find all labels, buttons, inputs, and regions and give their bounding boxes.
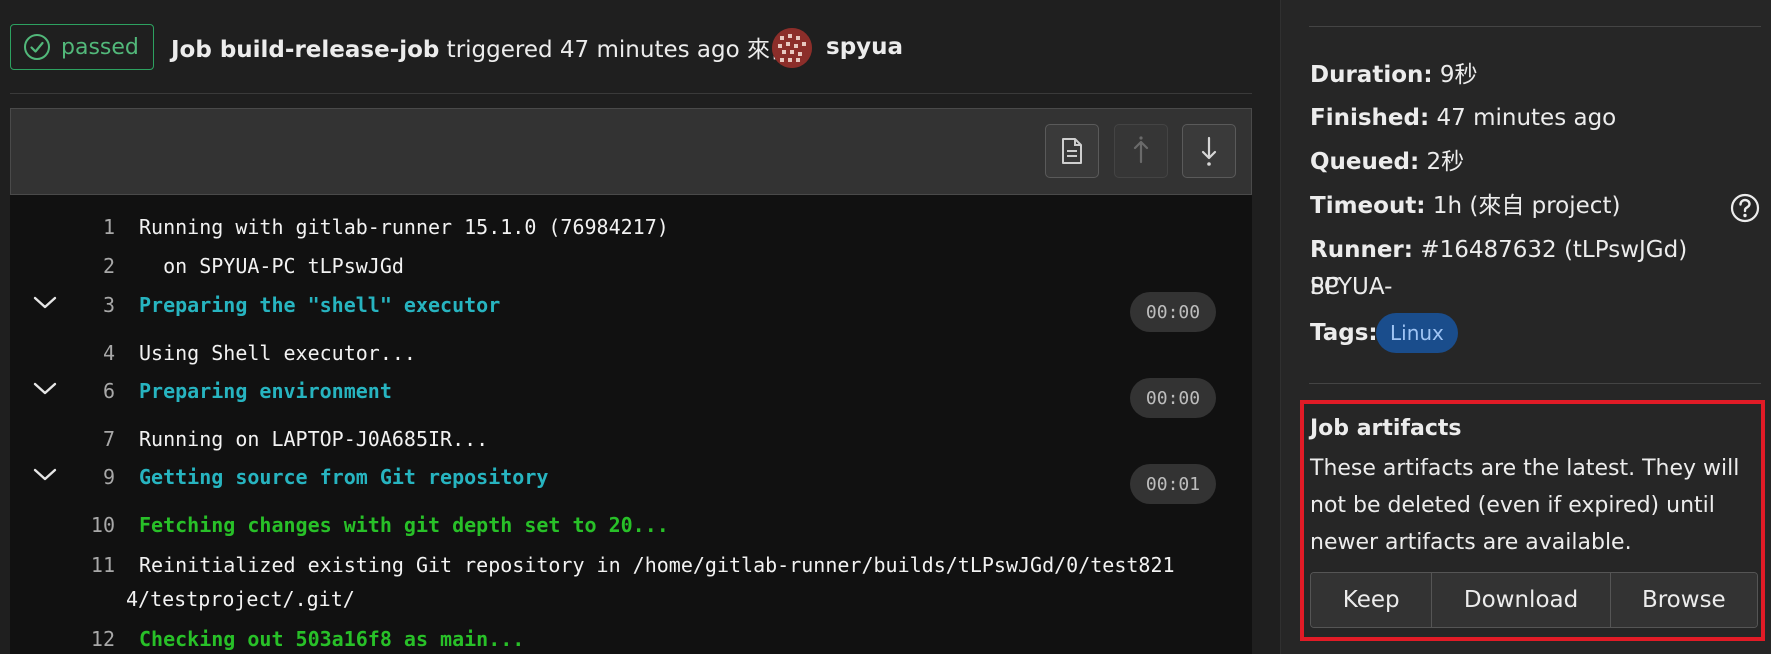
line-number[interactable]: 4: [10, 341, 115, 365]
line-text: Reinitialized existing Git repository in…: [139, 553, 1175, 577]
scroll-bottom-icon: [1201, 136, 1217, 166]
runner-row: Runner: #16487632 (tLPswJGd) SPYUA-: [1310, 232, 1771, 306]
job-log: 1 Running with gitlab-runner 15.1.0 (769…: [10, 195, 1252, 654]
divider: [1309, 26, 1761, 27]
section-duration-badge: 00:00: [1130, 378, 1216, 418]
artifacts-description: These artifacts are the latest. They wil…: [1310, 456, 1740, 555]
runner-value-continued[interactable]: PC: [1310, 274, 1340, 300]
tags-label: Tags:: [1310, 320, 1378, 346]
line-text: Checking out 503a16f8 as main...: [139, 627, 525, 651]
line-text: Using Shell executor...: [139, 341, 416, 365]
show-raw-button[interactable]: [1045, 124, 1099, 178]
line-number[interactable]: 1: [10, 215, 115, 239]
runner-row-cont: PC: [1310, 269, 1340, 306]
scroll-top-icon: [1133, 136, 1149, 164]
job-artifacts-panel: Job artifacts These artifacts are the la…: [1300, 400, 1765, 641]
line-number[interactable]: 9: [10, 465, 115, 489]
line-text: Fetching changes with git depth set to 2…: [139, 513, 669, 537]
divider: [1309, 383, 1761, 384]
line-text: Running with gitlab-runner 15.1.0 (76984…: [139, 215, 669, 239]
queued-value: 2秒: [1419, 149, 1465, 175]
browse-button[interactable]: Browse: [1610, 573, 1757, 627]
document-icon: [1062, 138, 1082, 164]
status-badge[interactable]: passed: [10, 24, 154, 70]
line-text: Running on LAPTOP-J0A685IR...: [139, 427, 489, 451]
runner-label: Runner:: [1310, 237, 1413, 263]
line-text: on SPYUA-PC tLPswJGd: [139, 254, 404, 278]
finished-value: 47 minutes ago: [1429, 105, 1617, 131]
duration-row: Duration: 9秒: [1310, 57, 1478, 94]
line-number[interactable]: 12: [10, 627, 115, 651]
tags-row: Tags:: [1310, 315, 1378, 352]
timeout-row: Timeout: 1h (來自 project): [1310, 188, 1620, 225]
finished-label: Finished:: [1310, 105, 1430, 131]
download-button[interactable]: Download: [1432, 573, 1611, 627]
scroll-top-button[interactable]: [1114, 124, 1168, 178]
section-title: Getting source from Git repository: [139, 465, 549, 489]
section-duration-badge: 00:00: [1130, 292, 1216, 332]
timeout-label: Timeout:: [1310, 193, 1426, 219]
section-title: Preparing the "shell" executor: [139, 293, 501, 317]
section-duration-badge: 00:01: [1130, 464, 1216, 504]
queued-label: Queued:: [1310, 149, 1420, 175]
artifacts-title: Job artifacts: [1310, 416, 1462, 441]
keep-button[interactable]: Keep: [1311, 573, 1433, 627]
question-circle-icon[interactable]: [1730, 193, 1760, 223]
finished-row: Finished: 47 minutes ago: [1310, 100, 1616, 137]
section-title: Preparing environment: [139, 379, 392, 403]
job-header: passed Job build-release-job triggered 4…: [10, 0, 1252, 94]
check-circle-icon: [24, 34, 50, 60]
line-number[interactable]: 11: [10, 553, 115, 577]
status-label: passed: [61, 34, 139, 60]
avatar-image: [772, 28, 812, 68]
avatar[interactable]: [772, 28, 812, 68]
artifacts-button-group: Keep Download Browse: [1310, 572, 1758, 628]
tag-badge[interactable]: Linux: [1376, 313, 1458, 353]
timeout-value: 1h (來自 project): [1425, 193, 1621, 219]
triggered-text: triggered 47 minutes ago 來自: [439, 37, 793, 63]
job-sidebar: Duration: 9秒 Finished: 47 minutes ago Qu…: [1280, 0, 1771, 654]
job-title: Job build-release-job triggered 47 minut…: [171, 30, 793, 64]
job-name: Job build-release-job: [171, 37, 440, 63]
line-number[interactable]: 10: [10, 513, 115, 537]
line-number[interactable]: 3: [10, 293, 115, 317]
duration-label: Duration:: [1310, 62, 1433, 88]
log-toolbar: [10, 108, 1252, 195]
scroll-bottom-button[interactable]: [1182, 124, 1236, 178]
line-number[interactable]: 2: [10, 254, 115, 278]
line-text-continued: 4/testproject/.git/: [126, 587, 355, 611]
duration-value: 9秒: [1432, 62, 1478, 88]
author-name[interactable]: spyua: [826, 34, 903, 60]
queued-row: Queued: 2秒: [1310, 144, 1464, 181]
line-number[interactable]: 7: [10, 427, 115, 451]
line-number[interactable]: 6: [10, 379, 115, 403]
